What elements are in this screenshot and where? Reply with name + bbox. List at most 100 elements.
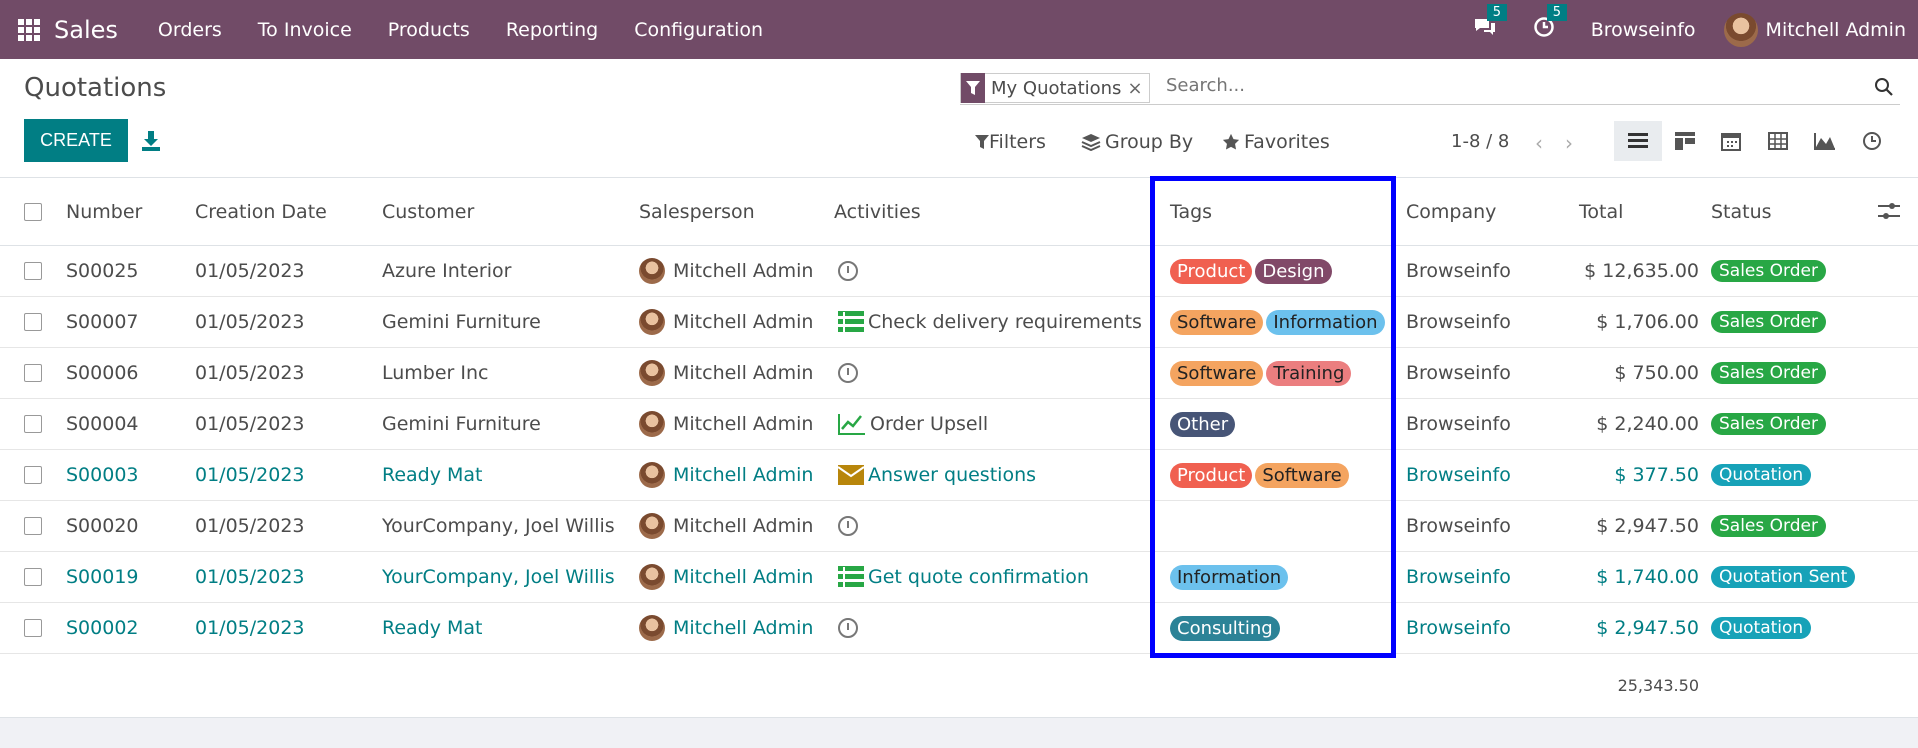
- cell-tags: Other: [1170, 399, 1238, 449]
- cell-activities[interactable]: Order Upsell: [838, 399, 988, 449]
- row-checkbox[interactable]: [24, 313, 42, 331]
- header-salesperson[interactable]: Salesperson: [639, 178, 755, 245]
- table-row[interactable]: S00004 01/05/2023 Gemini Furniture Mitchell…: [0, 399, 1918, 450]
- tag-badge: Information: [1170, 564, 1289, 590]
- list-icon[interactable]: [838, 566, 864, 588]
- cell-activities[interactable]: Get quote confirmation: [838, 552, 1089, 602]
- menu-reporting[interactable]: Reporting: [506, 19, 598, 41]
- group-by-label: Group By: [1105, 131, 1194, 153]
- cell-activities[interactable]: [838, 246, 862, 296]
- header-total[interactable]: Total: [1579, 178, 1623, 245]
- header-status[interactable]: Status: [1711, 178, 1772, 245]
- row-checkbox-cell[interactable]: [24, 399, 42, 449]
- select-all-checkbox-cell[interactable]: [24, 178, 42, 245]
- row-checkbox[interactable]: [24, 466, 42, 484]
- row-checkbox[interactable]: [24, 568, 42, 586]
- facet-remove-icon[interactable]: ×: [1127, 78, 1148, 99]
- cell-tags: Information: [1170, 552, 1291, 602]
- pager-value[interactable]: 1-8 / 8: [1451, 131, 1509, 152]
- row-checkbox-cell[interactable]: [24, 450, 42, 500]
- menu-orders[interactable]: Orders: [158, 19, 222, 41]
- cell-activities[interactable]: [838, 603, 862, 653]
- menu-configuration[interactable]: Configuration: [634, 19, 763, 41]
- row-checkbox[interactable]: [24, 619, 42, 637]
- search-input[interactable]: [1166, 75, 1766, 96]
- create-button[interactable]: CREATE: [24, 119, 128, 162]
- clock-icon[interactable]: [838, 618, 858, 638]
- cell-activities[interactable]: [838, 501, 862, 551]
- envelope-icon[interactable]: [838, 465, 864, 485]
- chart-icon[interactable]: [838, 413, 866, 435]
- table-row[interactable]: S00020 01/05/2023 YourCompany, Joel Willis…: [0, 501, 1918, 552]
- row-checkbox-cell[interactable]: [24, 348, 42, 398]
- table-header-row: Number Creation Date Customer Salesperso…: [0, 178, 1918, 246]
- user-menu[interactable]: Mitchell Admin: [1766, 19, 1906, 41]
- calendar-view-button[interactable]: [1707, 121, 1755, 161]
- kanban-view-button[interactable]: [1661, 121, 1709, 161]
- pager-previous-icon[interactable]: ‹: [1535, 131, 1543, 155]
- header-company[interactable]: Company: [1406, 178, 1496, 245]
- download-icon[interactable]: [142, 131, 160, 151]
- row-checkbox-cell[interactable]: [24, 552, 42, 602]
- header-creation-date[interactable]: Creation Date: [195, 178, 327, 245]
- tag-badge: Software: [1255, 462, 1349, 488]
- graph-view-button[interactable]: [1801, 121, 1849, 161]
- list-view-button[interactable]: [1614, 121, 1662, 161]
- cell-creation-date: 01/05/2023: [195, 260, 305, 282]
- cell-company: Browseinfo: [1406, 362, 1511, 384]
- salesperson-name: Mitchell Admin: [673, 260, 814, 282]
- table-row[interactable]: S00006 01/05/2023 Lumber Inc Mitchell Admin…: [0, 348, 1918, 399]
- row-checkbox-cell[interactable]: [24, 297, 42, 347]
- select-all-checkbox[interactable]: [24, 202, 42, 221]
- cell-salesperson: Mitchell Admin: [639, 603, 813, 653]
- table-row[interactable]: S00007 01/05/2023 Gemini Furniture Mitchell…: [0, 297, 1918, 348]
- row-checkbox[interactable]: [24, 364, 42, 382]
- row-checkbox-cell[interactable]: [24, 501, 42, 551]
- row-checkbox[interactable]: [24, 415, 42, 433]
- filters-button[interactable]: Filters: [975, 131, 1046, 153]
- apps-menu-icon[interactable]: [18, 18, 40, 41]
- row-checkbox[interactable]: [24, 517, 42, 535]
- salesperson-avatar: [639, 564, 665, 590]
- cell-status: Quotation: [1711, 603, 1812, 653]
- table-row[interactable]: S00003 01/05/2023 Ready Mat Mitchell Admin A…: [0, 450, 1918, 501]
- messages-badge: 5: [1486, 3, 1507, 21]
- pivot-view-button[interactable]: [1754, 121, 1802, 161]
- menu-products[interactable]: Products: [388, 19, 470, 41]
- header-customer[interactable]: Customer: [382, 178, 474, 245]
- cell-activities[interactable]: [838, 348, 862, 398]
- company-switcher[interactable]: Browseinfo: [1591, 19, 1696, 41]
- cell-activities[interactable]: Answer questions: [838, 450, 1036, 500]
- messages-button[interactable]: 5: [1473, 3, 1507, 44]
- clock-icon[interactable]: [838, 516, 858, 536]
- header-tags[interactable]: Tags: [1170, 178, 1212, 245]
- list-icon[interactable]: [838, 311, 864, 333]
- activity-view-button[interactable]: [1848, 121, 1896, 161]
- table-row[interactable]: S00019 01/05/2023 YourCompany, Joel Willis…: [0, 552, 1918, 603]
- user-avatar[interactable]: [1723, 12, 1758, 47]
- filter-icon: [975, 135, 989, 149]
- search-facet: My Quotations ×: [960, 73, 1150, 103]
- table-row[interactable]: S00025 01/05/2023 Azure Interior Mitchell A…: [0, 246, 1918, 297]
- group-by-button[interactable]: Group By: [1081, 131, 1193, 153]
- cell-activities[interactable]: Check delivery requirements: [838, 297, 1142, 347]
- tag-badge: Software: [1170, 309, 1264, 335]
- cell-company: Browseinfo: [1406, 413, 1511, 435]
- menu-to-invoice[interactable]: To Invoice: [258, 19, 352, 41]
- row-checkbox-cell[interactable]: [24, 603, 42, 653]
- clock-icon[interactable]: [838, 363, 858, 383]
- header-activities[interactable]: Activities: [834, 178, 921, 245]
- cell-creation-date: 01/05/2023: [195, 413, 305, 435]
- row-checkbox[interactable]: [24, 262, 42, 280]
- pager-next-icon[interactable]: ›: [1565, 131, 1573, 155]
- header-number[interactable]: Number: [66, 178, 142, 245]
- optional-columns-icon[interactable]: [1878, 202, 1900, 220]
- app-title[interactable]: Sales: [54, 16, 118, 44]
- favorites-button[interactable]: Favorites: [1222, 131, 1330, 153]
- table-row[interactable]: S00002 01/05/2023 Ready Mat Mitchell Admin C…: [0, 603, 1918, 654]
- clock-icon[interactable]: [838, 261, 858, 281]
- row-checkbox-cell[interactable]: [24, 246, 42, 296]
- activities-button[interactable]: 5: [1533, 3, 1567, 44]
- cell-tags: Software Training: [1170, 348, 1354, 398]
- search-icon[interactable]: [1874, 77, 1894, 97]
